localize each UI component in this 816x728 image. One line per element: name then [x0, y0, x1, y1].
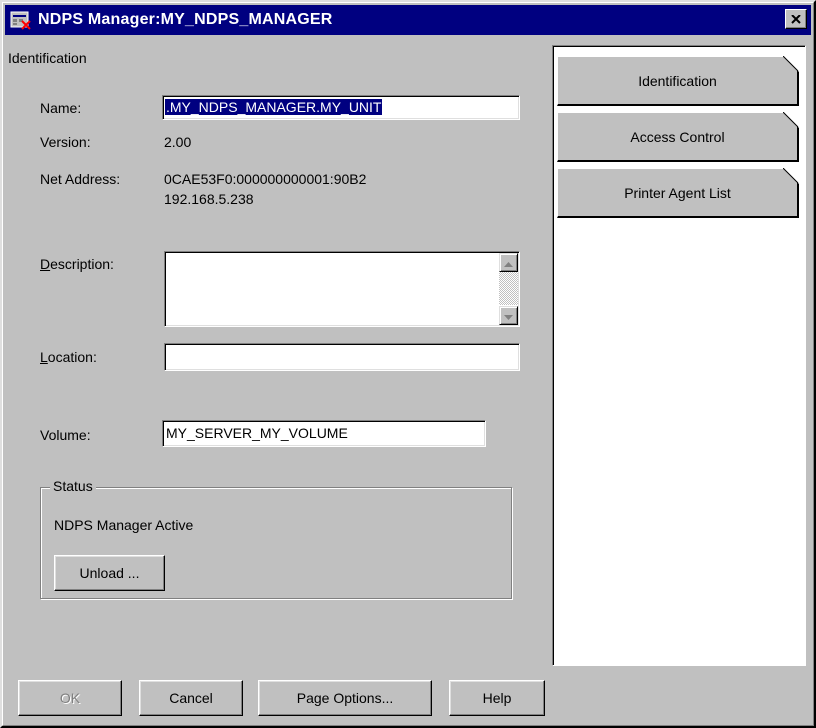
- ok-button[interactable]: OK: [18, 680, 122, 716]
- cancel-button-label: Cancel: [169, 690, 213, 706]
- ndps-manager-icon: [10, 10, 32, 30]
- page-corner-icon: [783, 168, 799, 184]
- net-address-label: Net Address:: [40, 171, 121, 187]
- name-value: .MY_NDPS_MANAGER.MY_UNIT: [165, 99, 383, 115]
- tab-printer-agent-list[interactable]: Printer Agent List: [557, 168, 799, 218]
- location-field[interactable]: [164, 343, 520, 371]
- volume-label: Volume:: [40, 427, 91, 443]
- close-button[interactable]: [785, 9, 807, 29]
- status-group-title: Status: [50, 478, 96, 494]
- description-scroll-down[interactable]: [499, 306, 518, 325]
- description-label-accel: D: [40, 256, 51, 272]
- location-label-rest: ocation:: [47, 349, 97, 365]
- tab-printer-agent-list-label: Printer Agent List: [624, 184, 731, 201]
- description-scroll-up[interactable]: [499, 253, 518, 272]
- page-options-button-label: Page Options...: [296, 690, 394, 706]
- volume-field[interactable]: MY_SERVER_MY_VOLUME: [162, 420, 486, 447]
- name-label: Name:: [40, 100, 82, 116]
- net-address-line2: 192.168.5.238: [164, 191, 254, 207]
- tab-identification[interactable]: Identification: [557, 56, 799, 106]
- cancel-button[interactable]: Cancel: [139, 680, 243, 716]
- status-text: NDPS Manager Active: [54, 517, 194, 533]
- unload-button-label: Unload ...: [79, 565, 140, 581]
- description-label-rest: escription:: [50, 256, 114, 272]
- net-address-line1: 0CAE53F0:000000000001:90B2: [164, 171, 367, 187]
- page-corner-icon: [783, 112, 799, 128]
- description-label: Description:: [40, 256, 114, 272]
- window-title: NDPS Manager:MY_NDPS_MANAGER: [38, 11, 333, 28]
- description-scroll-track[interactable]: [499, 272, 518, 305]
- page-tabs-panel: Identification Access Control Printer Ag…: [552, 45, 806, 666]
- dialog-window: NDPS Manager:MY_NDPS_MANAGER Identificat…: [0, 0, 816, 728]
- help-button-label: Help: [482, 690, 512, 706]
- location-label: Location:: [40, 349, 97, 365]
- page-options-button[interactable]: Page Options...: [258, 680, 432, 716]
- title-bar[interactable]: NDPS Manager:MY_NDPS_MANAGER: [5, 5, 811, 35]
- tab-access-control-label: Access Control: [630, 128, 725, 145]
- description-field[interactable]: [164, 251, 520, 327]
- version-label: Version:: [40, 134, 91, 150]
- section-title: Identification: [8, 50, 87, 66]
- scroll-down-arrow-icon: [504, 308, 513, 324]
- ok-button-label: OK: [59, 690, 81, 706]
- scroll-up-arrow-icon: [504, 255, 513, 271]
- name-field[interactable]: .MY_NDPS_MANAGER.MY_UNIT: [162, 95, 520, 120]
- close-icon: [791, 11, 801, 27]
- help-button[interactable]: Help: [449, 680, 545, 716]
- tab-access-control[interactable]: Access Control: [557, 112, 799, 162]
- unload-button[interactable]: Unload ...: [54, 555, 165, 591]
- volume-value: MY_SERVER_MY_VOLUME: [166, 425, 348, 441]
- tab-identification-label: Identification: [638, 72, 717, 89]
- version-value: 2.00: [164, 134, 192, 150]
- location-label-accel: L: [40, 349, 48, 365]
- page-corner-icon: [783, 56, 799, 72]
